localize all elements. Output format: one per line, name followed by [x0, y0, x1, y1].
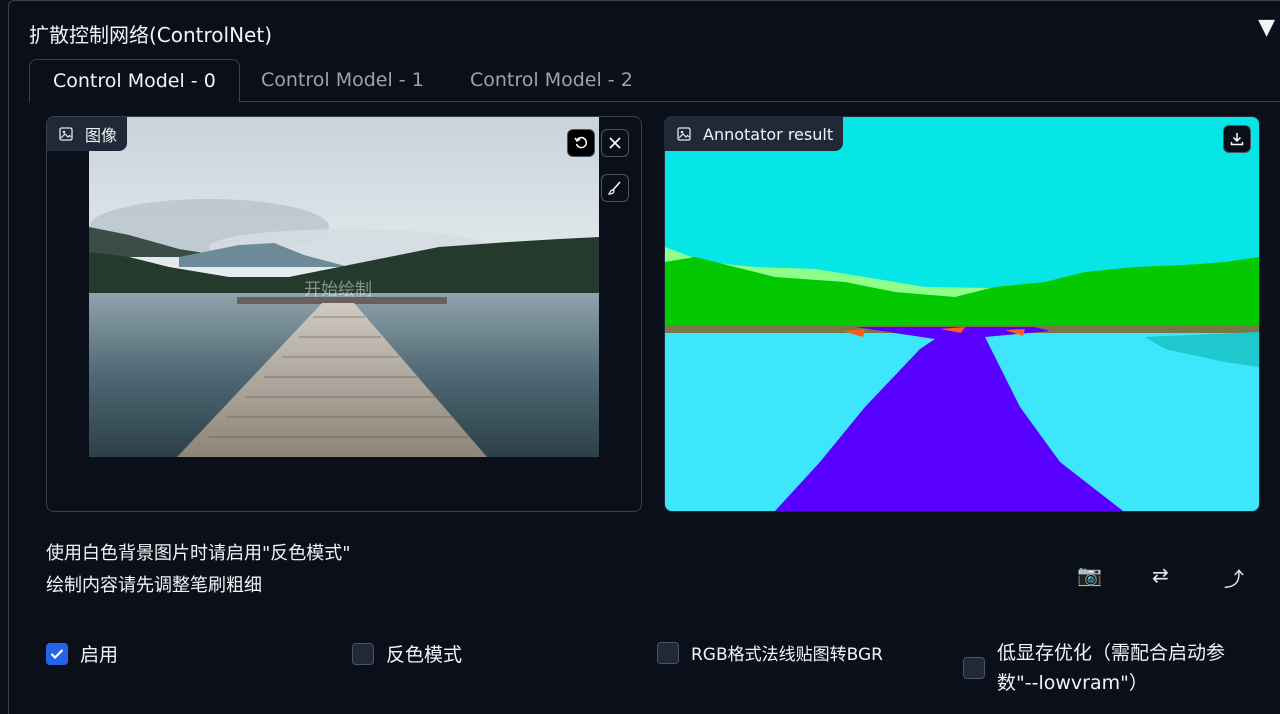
enable-checkbox-row[interactable]: 启用 [46, 640, 118, 667]
hint-brush: 绘制内容请先调整笔刷粗细 [46, 575, 262, 596]
camera-button[interactable]: 📷 [1077, 563, 1102, 587]
swap-button[interactable]: ⇄ [1152, 563, 1169, 587]
canvas-watermark: 开始绘制 [304, 280, 372, 300]
image-icon [59, 127, 73, 141]
hint-invert: 使用白色背景图片时请启用"反色模式" [46, 543, 351, 564]
lowvram-label: 低显存优化（需配合启动参数"--lowvram"） [997, 642, 1226, 694]
invert-checkbox[interactable] [352, 642, 374, 665]
clear-button[interactable] [601, 129, 629, 157]
undo-button[interactable] [567, 129, 595, 157]
annotator-result-label: Annotator result [665, 117, 844, 151]
download-button[interactable] [1223, 125, 1251, 153]
checkmark-icon [50, 648, 64, 659]
image-input-box[interactable]: 图像 开始绘制 [46, 116, 642, 512]
invert-label: 反色模式 [386, 644, 463, 666]
segmentation-map [665, 117, 1259, 511]
model-tabbar: Control Model - 0 Control Model - 1 Cont… [29, 59, 1280, 103]
accordion-toggle-icon[interactable]: ▼ [1258, 15, 1275, 40]
tab-control-model-2[interactable]: Control Model - 2 [447, 59, 656, 101]
enable-label: 启用 [80, 644, 119, 666]
image-icon [677, 127, 691, 141]
close-icon [609, 137, 621, 149]
invert-checkbox-row[interactable]: 反色模式 [352, 640, 462, 667]
rgb-bgr-checkbox-row[interactable]: RGB格式法线贴图转BGR [657, 640, 883, 665]
input-photo: 开始绘制 [89, 117, 599, 457]
tab-control-model-0[interactable]: Control Model - 0 [29, 59, 240, 103]
tab-control-model-1[interactable]: Control Model - 1 [238, 59, 447, 101]
annotator-result-label-text: Annotator result [703, 124, 834, 144]
accordion-title[interactable]: 扩散控制网络(ControlNet) [29, 19, 272, 48]
rgb-bgr-label: RGB格式法线贴图转BGR [691, 645, 883, 665]
download-icon [1230, 133, 1244, 146]
rgb-bgr-checkbox[interactable] [657, 641, 679, 664]
image-input-label: 图像 [47, 117, 128, 151]
brush-icon [608, 181, 621, 195]
undo-icon [574, 136, 588, 149]
lowvram-checkbox[interactable] [963, 657, 985, 679]
annotator-result-box: Annotator result [664, 116, 1260, 512]
enable-checkbox[interactable] [46, 642, 68, 665]
image-input-label-text: 图像 [85, 126, 118, 145]
lowvram-checkbox-row[interactable]: 低显存优化（需配合启动参数"--lowvram"） [963, 638, 1233, 698]
send-dimensions-button[interactable]: ⤴ [1224, 563, 1244, 592]
brush-button[interactable] [601, 174, 629, 202]
